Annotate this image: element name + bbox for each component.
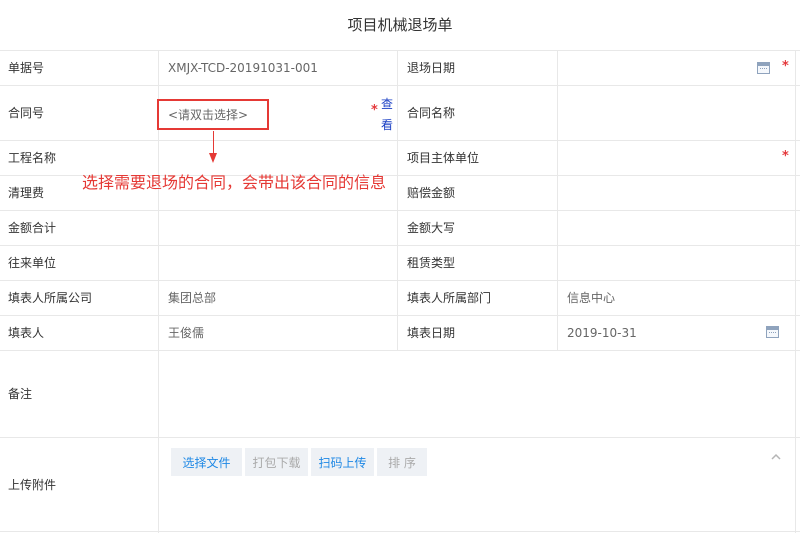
required-marker: * <box>782 59 789 74</box>
fill-date-value[interactable]: 2019-10-31 <box>567 315 637 350</box>
required-marker: * <box>782 149 789 164</box>
remarks-label: 备注 <box>8 387 33 401</box>
total-amount-label: 金额合计 <box>8 221 57 235</box>
filler-value: 王俊儒 <box>168 326 205 340</box>
contract-no-picker[interactable]: <请双击选择> <box>157 99 269 130</box>
cleanup-fee-label: 清理费 <box>8 186 45 200</box>
counterparty-label: 往来单位 <box>8 256 57 270</box>
divider <box>0 280 800 281</box>
select-file-button[interactable]: 选择文件 <box>171 448 242 476</box>
amount-caps-label: 金额大写 <box>407 221 456 235</box>
divider <box>0 85 800 86</box>
scan-upload-button[interactable]: 扫码上传 <box>311 448 374 476</box>
remarks-textarea[interactable] <box>159 351 795 437</box>
filler-company-label: 填表人所属公司 <box>8 291 93 305</box>
divider <box>0 315 800 316</box>
main-unit-label: 项目主体单位 <box>407 151 480 165</box>
filler-label: 填表人 <box>8 326 45 340</box>
filler-company-value: 集团总部 <box>168 291 217 305</box>
page-title: 项目机械退场单 <box>347 16 453 34</box>
divider <box>795 50 796 533</box>
bill-no-value: XMJX-TCD-20191031-001 <box>168 60 318 75</box>
chevron-up-icon[interactable] <box>771 452 781 462</box>
calendar-icon[interactable] <box>766 326 779 338</box>
calendar-icon[interactable] <box>757 62 770 74</box>
sort-button[interactable]: 排 序 <box>377 448 427 476</box>
divider <box>0 531 800 532</box>
annotation-arrow <box>213 131 214 155</box>
filler-dept-value: 信息中心 <box>567 291 616 305</box>
exit-date-label: 退场日期 <box>407 61 456 75</box>
main-unit-input[interactable] <box>558 141 794 175</box>
pack-download-button[interactable]: 打包下载 <box>245 448 308 476</box>
fill-date-label: 填表日期 <box>407 326 456 340</box>
divider <box>557 50 558 350</box>
contract-name-label: 合同名称 <box>407 106 456 120</box>
compensation-label: 赔偿金额 <box>407 186 456 200</box>
contract-no-placeholder: <请双击选择> <box>168 108 249 122</box>
annotation-arrow-head <box>209 153 217 163</box>
lease-type-label: 租赁类型 <box>407 256 456 270</box>
project-name-label: 工程名称 <box>8 151 57 165</box>
bill-no-label: 单据号 <box>8 61 45 75</box>
annotation-text: 选择需要退场的合同，会带出该合同的信息 <box>82 173 387 192</box>
divider <box>397 50 398 350</box>
attachments-label: 上传附件 <box>8 477 57 492</box>
divider <box>0 210 800 211</box>
required-marker: * <box>371 103 378 118</box>
contract-no-label: 合同号 <box>8 106 45 120</box>
divider <box>0 245 800 246</box>
filler-dept-label: 填表人所属部门 <box>407 291 492 305</box>
view-contract-link[interactable]: 查看 <box>380 94 394 136</box>
divider <box>0 437 800 438</box>
